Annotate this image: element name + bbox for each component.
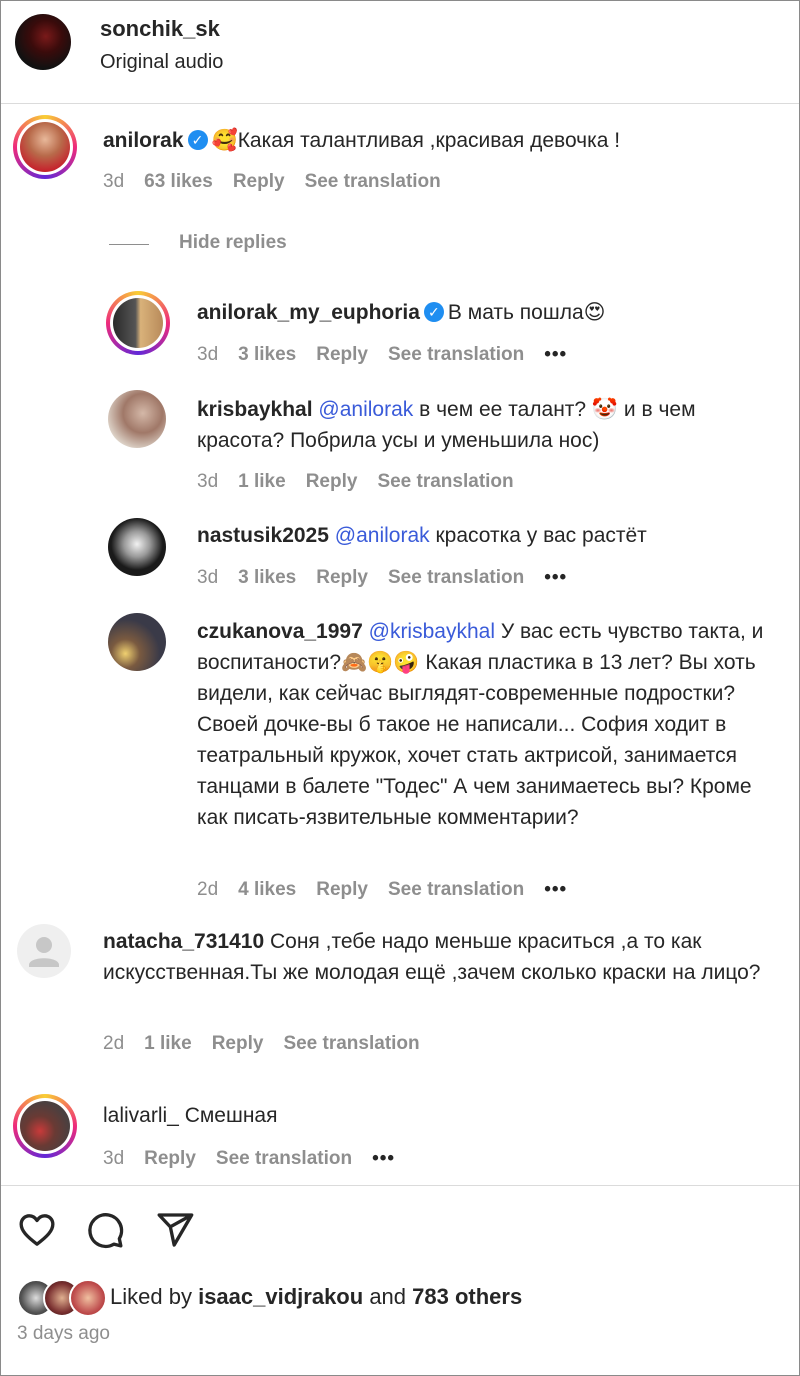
- reply-button[interactable]: Reply: [316, 879, 368, 900]
- verified-icon: ✓: [187, 130, 208, 150]
- reply-button[interactable]: Reply: [316, 567, 368, 588]
- reply-text: nastusik2025 @anilorak красотка у вас ра…: [197, 520, 787, 551]
- more-icon[interactable]: •••: [372, 1148, 395, 1169]
- hide-replies-button[interactable]: Hide replies: [179, 232, 287, 254]
- heart-icon[interactable]: [17, 1210, 57, 1250]
- avatar[interactable]: [108, 518, 166, 576]
- reply-username[interactable]: krisbaykhal: [197, 398, 313, 421]
- audio-label[interactable]: Original audio: [100, 51, 223, 74]
- mention-link[interactable]: @anilorak: [335, 524, 430, 547]
- comment-time: 2d: [103, 1033, 125, 1054]
- reply-text: czukanova_1997 @krisbaykhal У вас есть ч…: [197, 616, 777, 833]
- comment-username[interactable]: natacha_731410: [103, 930, 264, 953]
- liked-by-label: Liked by: [110, 1284, 192, 1309]
- share-icon[interactable]: [155, 1210, 195, 1250]
- likes-count[interactable]: 63 likes: [144, 171, 213, 192]
- likes-count[interactable]: 1 like: [238, 471, 286, 492]
- mention-link[interactable]: @krisbaykhal: [369, 620, 495, 643]
- reply-meta: 3d 1 like Reply See translation: [197, 471, 534, 493]
- comment-username[interactable]: anilorak: [103, 129, 184, 152]
- author-avatar[interactable]: [15, 14, 71, 70]
- more-icon[interactable]: •••: [544, 567, 567, 588]
- reply-time: 3d: [197, 567, 219, 588]
- liked-by-text[interactable]: Liked by isaac_vidjrakou and 783 others: [110, 1284, 522, 1310]
- reply-body: У вас есть чувство такта, и воспитаности…: [197, 620, 764, 829]
- avatar[interactable]: [13, 1094, 77, 1158]
- reply-meta: 3d 3 likes Reply See translation •••: [197, 344, 587, 366]
- see-translation-button[interactable]: See translation: [388, 567, 524, 588]
- see-translation-button[interactable]: See translation: [216, 1148, 352, 1169]
- avatar[interactable]: [108, 390, 166, 448]
- see-translation-button[interactable]: See translation: [388, 344, 524, 365]
- comment-meta: 3d 63 likes Reply See translation: [103, 171, 461, 193]
- reply-button[interactable]: Reply: [316, 344, 368, 365]
- more-icon[interactable]: •••: [544, 879, 567, 900]
- see-translation-button[interactable]: See translation: [305, 171, 441, 192]
- footer-divider: [1, 1185, 799, 1186]
- verified-icon: ✓: [423, 302, 444, 322]
- reply-button[interactable]: Reply: [306, 471, 358, 492]
- liked-by-others[interactable]: 783 others: [412, 1284, 522, 1309]
- mention-link[interactable]: @anilorak: [318, 398, 413, 421]
- reply-button[interactable]: Reply: [212, 1033, 264, 1054]
- comment-text: lalivarli_ Смешная: [103, 1100, 783, 1131]
- comment-body: 🥰Какая талантливая ,красивая девочка !: [211, 129, 621, 152]
- avatar[interactable]: [17, 924, 71, 978]
- avatar[interactable]: [106, 291, 170, 355]
- reply-body: красотка у вас растёт: [435, 524, 647, 547]
- liked-by-and: and: [369, 1284, 407, 1309]
- reply-time: 3d: [197, 471, 219, 492]
- reply-username[interactable]: czukanova_1997: [197, 620, 363, 643]
- reply-username[interactable]: anilorak_my_euphoria: [197, 301, 420, 324]
- liked-by-user[interactable]: isaac_vidjrakou: [198, 1284, 363, 1309]
- post-header: sonchik_sk Original audio: [1, 1, 799, 104]
- avatar[interactable]: [108, 613, 166, 671]
- post-timestamp: 3 days ago: [17, 1323, 110, 1344]
- comment-body: Смешная: [184, 1104, 278, 1127]
- reply-time: 2d: [197, 879, 219, 900]
- see-translation-button[interactable]: See translation: [377, 471, 513, 492]
- reply-meta: 3d 3 likes Reply See translation •••: [197, 567, 587, 589]
- reply-text: krisbaykhal @anilorak в чем ее талант? 🤡…: [197, 394, 787, 456]
- avatar[interactable]: [13, 115, 77, 179]
- comment-time: 3d: [103, 1148, 125, 1169]
- reply-username[interactable]: nastusik2025: [197, 524, 329, 547]
- reply-button[interactable]: Reply: [144, 1148, 196, 1169]
- likes-count[interactable]: 4 likes: [238, 879, 296, 900]
- likes-count[interactable]: 3 likes: [238, 567, 296, 588]
- reply-time: 3d: [197, 344, 219, 365]
- reel-comments-panel: sonchik_sk Original audio anilorak ✓ 🥰Кака…: [0, 0, 800, 1376]
- reply-button[interactable]: Reply: [233, 171, 285, 192]
- reply-body: В мать пошла😍: [447, 301, 606, 324]
- see-translation-button[interactable]: See translation: [283, 1033, 419, 1054]
- comment-icon[interactable]: [85, 1210, 125, 1250]
- comment-time: 3d: [103, 171, 125, 192]
- avatar: [69, 1279, 107, 1317]
- comment-meta: 2d 1 like Reply See translation: [103, 1033, 440, 1055]
- hide-replies-line: [109, 244, 149, 245]
- reply-text: anilorak_my_euphoria ✓ В мать пошла😍: [197, 297, 787, 328]
- reply-meta: 2d 4 likes Reply See translation •••: [197, 879, 587, 901]
- likes-count[interactable]: 3 likes: [238, 344, 296, 365]
- see-translation-button[interactable]: See translation: [388, 879, 524, 900]
- comment-username[interactable]: lalivarli_: [103, 1104, 179, 1127]
- comment-text: natacha_731410 Соня ,тебе надо меньше кр…: [103, 926, 783, 988]
- comment-meta: 3d Reply See translation •••: [103, 1148, 415, 1170]
- author-username[interactable]: sonchik_sk: [100, 16, 220, 42]
- comment-text: anilorak ✓ 🥰Какая талантливая ,красивая де…: [103, 125, 783, 156]
- likes-count[interactable]: 1 like: [144, 1033, 192, 1054]
- more-icon[interactable]: •••: [544, 344, 567, 365]
- default-avatar-icon: [29, 937, 59, 967]
